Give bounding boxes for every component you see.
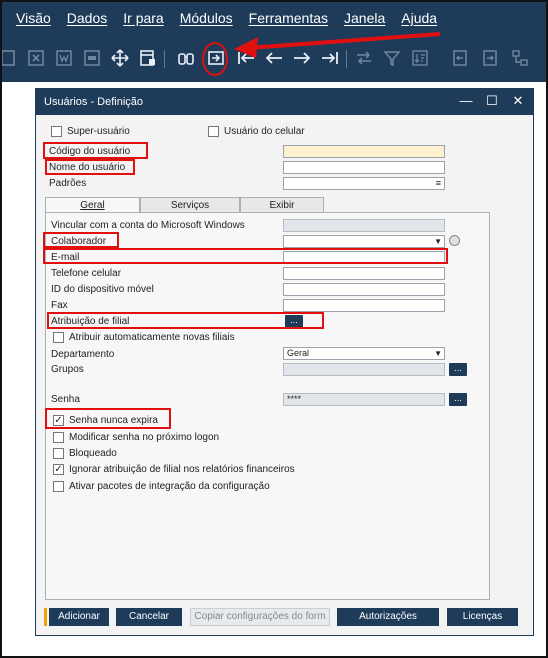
- tab-exibir[interactable]: Exibir: [240, 197, 324, 213]
- licenses-button[interactable]: Licenças: [447, 608, 518, 626]
- locked-label: Bloqueado: [69, 448, 117, 459]
- groups-field[interactable]: [283, 363, 445, 376]
- copy-settings-button[interactable]: Copiar configurações do form: [190, 608, 330, 626]
- authorizations-button[interactable]: Autorizações: [337, 608, 439, 626]
- super-user-checkbox[interactable]: [51, 126, 62, 137]
- move-icon[interactable]: [108, 46, 132, 70]
- menu-ferramentas[interactable]: Ferramentas: [249, 10, 328, 26]
- department-value: Geral: [287, 348, 310, 358]
- dropdown-arrow-icon[interactable]: ▼: [434, 348, 442, 359]
- menu-ajuda[interactable]: Ajuda: [401, 10, 437, 26]
- menu-visao[interactable]: Visão: [16, 10, 51, 26]
- locked-checkbox[interactable]: [53, 448, 64, 459]
- annotation-box-never-expires: [45, 408, 171, 429]
- list-icon[interactable]: ≡: [436, 178, 441, 189]
- minimize-icon[interactable]: —: [459, 93, 473, 109]
- annotation-box-employee: [43, 232, 119, 248]
- annotation-arrow: [234, 32, 441, 58]
- windows-account-field[interactable]: [283, 219, 445, 232]
- orange-accent-bar: [44, 608, 47, 626]
- check-icon: ✓: [54, 463, 63, 475]
- password-field[interactable]: ****: [283, 393, 445, 406]
- mobile-user-label: Usuário do celular: [224, 126, 305, 137]
- enable-packages-checkbox[interactable]: [53, 481, 64, 492]
- screenshot-frame: Visão Dados Ir para Módulos Ferramentas …: [0, 0, 548, 658]
- base-document-icon[interactable]: [448, 46, 472, 70]
- defaults-label: Padrões: [49, 178, 87, 189]
- mobile-phone-field[interactable]: [283, 267, 445, 280]
- mobile-device-label: ID do dispositivo móvel: [51, 284, 154, 295]
- add-button[interactable]: Adicionar: [49, 608, 109, 626]
- pdf-icon[interactable]: [80, 46, 104, 70]
- annotation-box-user-code: [43, 142, 148, 159]
- password-button[interactable]: ...: [449, 393, 467, 406]
- annotation-box-user-name: [45, 159, 135, 175]
- groups-label: Grupos: [51, 364, 84, 375]
- form-settings-icon[interactable]: [136, 46, 160, 70]
- annotation-box-branch: [47, 312, 324, 329]
- user-code-field[interactable]: [283, 145, 445, 158]
- ignore-branch-checkbox[interactable]: ✓: [53, 464, 64, 475]
- target-document-icon[interactable]: [478, 46, 502, 70]
- excel-icon[interactable]: [24, 46, 48, 70]
- dialog-title-bar: Usuários - Definição — ☐ ✕: [36, 89, 533, 115]
- department-label: Departamento: [51, 349, 115, 360]
- menu-ir-para[interactable]: Ir para: [123, 10, 163, 26]
- change-next-logon-label: Modificar senha no próximo logon: [69, 432, 220, 443]
- find-icon[interactable]: [174, 46, 198, 70]
- close-icon[interactable]: ✕: [511, 93, 525, 109]
- enable-packages-label: Ativar pacotes de integração da configur…: [69, 481, 270, 492]
- auto-assign-label: Atribuir automaticamente novas filiais: [69, 332, 235, 343]
- annotation-box-email: [43, 248, 448, 264]
- mobile-device-field[interactable]: [283, 283, 445, 296]
- cancel-button[interactable]: Cancelar: [116, 608, 182, 626]
- annotation-circle: [202, 42, 228, 76]
- word-icon[interactable]: [52, 46, 76, 70]
- tab-geral-label: Geral: [80, 200, 105, 211]
- dialog-title: Usuários - Definição: [44, 96, 144, 108]
- mobile-user-checkbox[interactable]: [208, 126, 219, 137]
- link-map-icon[interactable]: [508, 46, 532, 70]
- employee-field[interactable]: ▼: [283, 235, 445, 248]
- fax-label: Fax: [51, 300, 68, 311]
- user-definition-dialog: Usuários - Definição — ☐ ✕ Super-usuário…: [35, 88, 534, 636]
- password-value: ****: [287, 394, 302, 404]
- link-arrow-icon[interactable]: [449, 235, 460, 246]
- super-user-label: Super-usuário: [67, 126, 130, 137]
- mobile-phone-label: Telefone celular: [51, 268, 122, 279]
- user-name-field[interactable]: [283, 161, 445, 174]
- ignore-branch-label: Ignorar atribuição de filial nos relatór…: [69, 464, 295, 475]
- department-select[interactable]: Geral ▼: [283, 347, 445, 360]
- tab-exibir-label: Exibir: [269, 200, 295, 211]
- fax-field[interactable]: [283, 299, 445, 312]
- dropdown-arrow-icon[interactable]: ▼: [434, 236, 442, 247]
- tab-servicos[interactable]: Serviços: [140, 197, 240, 213]
- menu-modulos[interactable]: Módulos: [180, 10, 233, 26]
- password-label: Senha: [51, 394, 80, 405]
- tab-servicos-label: Serviços: [170, 200, 210, 211]
- menu-janela[interactable]: Janela: [344, 10, 385, 26]
- windows-account-label: Vincular com a conta do Microsoft Window…: [51, 220, 245, 231]
- auto-assign-checkbox[interactable]: [53, 332, 64, 343]
- change-next-logon-checkbox[interactable]: [53, 432, 64, 443]
- defaults-field[interactable]: ≡: [283, 177, 445, 190]
- maximize-icon[interactable]: ☐: [485, 93, 499, 109]
- menu-dados[interactable]: Dados: [67, 10, 107, 26]
- groups-button[interactable]: ...: [449, 363, 467, 376]
- document-icon[interactable]: [2, 46, 20, 70]
